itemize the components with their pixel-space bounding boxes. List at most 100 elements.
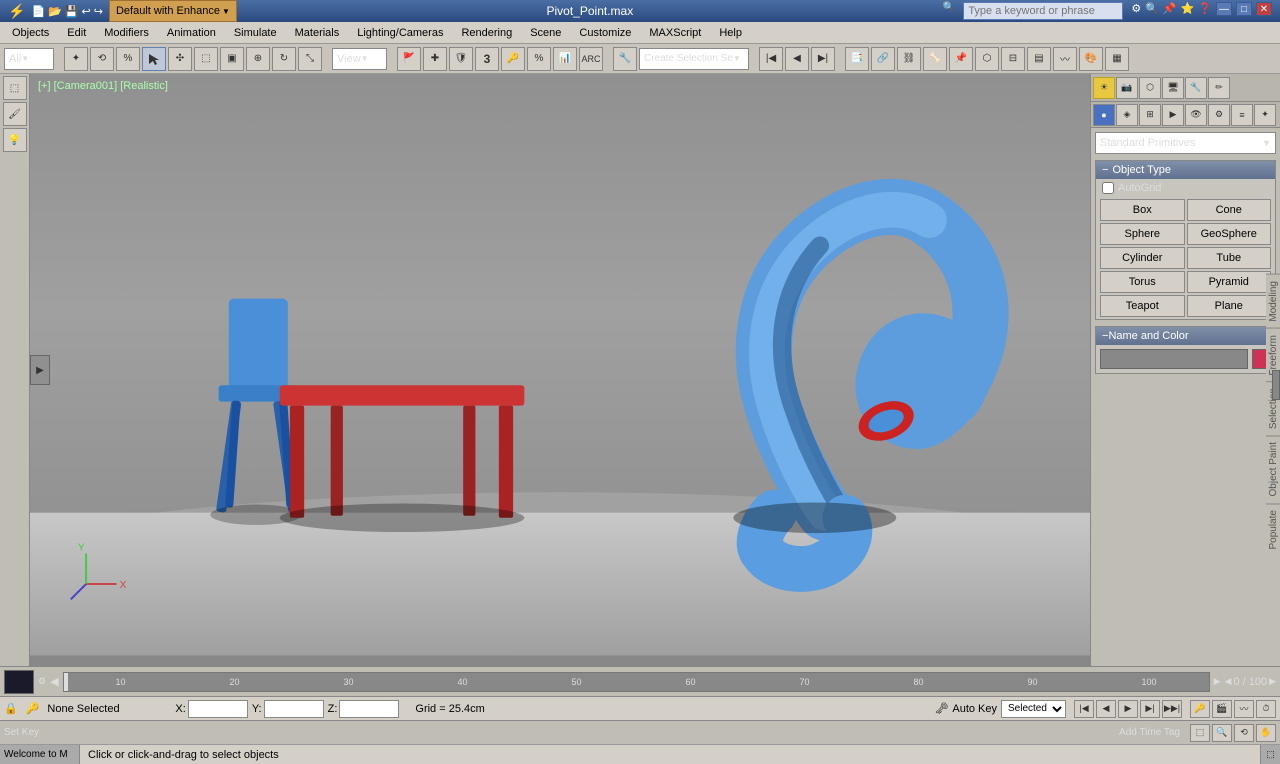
play-next-btn[interactable]: ▶| (1140, 700, 1160, 718)
magnet-btn[interactable]: 🔧 (613, 47, 637, 71)
play-start-btn[interactable]: |◀ (1074, 700, 1094, 718)
pencil-icon[interactable]: ✏ (1208, 77, 1230, 99)
nav-start-btn[interactable]: |◀ (759, 47, 783, 71)
graph-btn[interactable]: 📊 (553, 47, 577, 71)
search-zoom-icon[interactable]: 🔍 (1145, 2, 1159, 20)
profile-dropdown-icon[interactable]: ▼ (222, 7, 230, 16)
save-icon[interactable]: 💾 (65, 5, 79, 18)
window-crossing-btn[interactable]: ▣ (220, 47, 244, 71)
utilities-icon[interactable]: ⚙ (1208, 104, 1230, 126)
tube-button[interactable]: Tube (1187, 247, 1272, 269)
select-move-btn[interactable]: ✣ (168, 47, 192, 71)
pyramid-button[interactable]: Pyramid (1187, 271, 1272, 293)
utility-icon[interactable]: 🔧 (1185, 77, 1207, 99)
cone-button[interactable]: Cone (1187, 199, 1272, 221)
view-dropdown[interactable]: View ▼ (332, 48, 387, 70)
menu-animation[interactable]: Animation (159, 23, 224, 43)
menu-customize[interactable]: Customize (571, 23, 639, 43)
object-type-header[interactable]: − Object Type (1096, 161, 1275, 179)
angle-snap-btn[interactable]: ⟲ (90, 47, 114, 71)
viewport-icon1[interactable]: ⬚ (1190, 724, 1210, 742)
geometry-icon[interactable]: ⬡ (1139, 77, 1161, 99)
undo-icon[interactable]: ↩ (82, 5, 91, 18)
mini-curve-icon[interactable]: 〰 (1234, 700, 1254, 718)
extra1-icon[interactable]: ≡ (1231, 104, 1253, 126)
align-btn[interactable]: ⊟ (1001, 47, 1025, 71)
bone-btn[interactable]: 🦴 (923, 47, 947, 71)
viewport[interactable]: [+] [Camera001] [Realistic] (30, 74, 1090, 666)
x-input[interactable] (188, 700, 248, 718)
menu-simulate[interactable]: Simulate (226, 23, 285, 43)
selection-filter-dropdown[interactable]: All ▼ (4, 48, 54, 70)
populate-tab[interactable]: Populate (1266, 503, 1280, 555)
play-btn[interactable]: ▶ (1118, 700, 1138, 718)
menu-rendering[interactable]: Rendering (453, 23, 520, 43)
primitives-dropdown[interactable]: Standard Primitives ▼ (1095, 132, 1276, 154)
time-icon[interactable]: ⏱ (1256, 700, 1276, 718)
redo-icon[interactable]: ↪ (94, 5, 103, 18)
geosphere-button[interactable]: GeoSphere (1187, 223, 1272, 245)
motion-icon[interactable]: ▶ (1162, 104, 1184, 126)
timeline-track[interactable]: 10 20 30 40 50 60 70 80 90 100 (63, 672, 1210, 692)
num3-btn[interactable]: 3 (475, 47, 499, 71)
viewport-icon2[interactable]: 🔍 (1212, 724, 1232, 742)
nav-prev-btn[interactable]: ◀ (785, 47, 809, 71)
menu-materials[interactable]: Materials (287, 23, 348, 43)
timeline-prev-btn[interactable]: ◀ (1225, 676, 1232, 687)
left-select-icon[interactable]: ⬚ (3, 76, 27, 100)
key-filter-icon[interactable]: 🔑 (1190, 700, 1210, 718)
render-btn[interactable]: ▦ (1105, 47, 1129, 71)
select-btn[interactable] (142, 47, 166, 71)
rotate-btn[interactable]: ↻ (272, 47, 296, 71)
nav-next-btn[interactable]: ▶| (811, 47, 835, 71)
menu-scene[interactable]: Scene (522, 23, 569, 43)
modeling-tab[interactable]: Modeling (1266, 274, 1280, 328)
object-paint-tab[interactable]: Object Paint (1266, 435, 1280, 502)
create-selection-dropdown[interactable]: Create Selection Se ▼ (639, 48, 749, 70)
select-pivot-btn[interactable]: ⊕ (246, 47, 270, 71)
mirror-btn[interactable]: ⬡ (975, 47, 999, 71)
menu-modifiers[interactable]: Modifiers (96, 23, 157, 43)
timeline-expand-icon[interactable]: ⚙ (38, 676, 46, 687)
play-end-btn[interactable]: ▶▶| (1162, 700, 1182, 718)
menu-maxscript[interactable]: MAXScript (641, 23, 709, 43)
display2-icon[interactable]: 👁 (1185, 104, 1207, 126)
left-paint-icon[interactable]: 🖌 (3, 102, 27, 126)
unlink-btn[interactable]: ⛓ (897, 47, 921, 71)
plus-btn[interactable]: ✚ (423, 47, 447, 71)
viewport-icon3[interactable]: ⟲ (1234, 724, 1254, 742)
flag-btn[interactable]: 🚩 (397, 47, 421, 71)
region-select-btn[interactable]: ⬚ (194, 47, 218, 71)
percent-snap-btn[interactable]: % (116, 47, 140, 71)
search-options-icon[interactable]: ⚙ (1131, 2, 1141, 20)
shield-btn[interactable]: 🛡 (449, 47, 473, 71)
maximize-button[interactable]: □ (1236, 2, 1252, 16)
lock-icon[interactable]: 🔒 (4, 702, 18, 715)
sphere-button[interactable]: Sphere (1100, 223, 1185, 245)
close-button[interactable]: ✕ (1256, 2, 1272, 16)
hierarchy-icon[interactable]: ⊞ (1139, 104, 1161, 126)
name-color-header[interactable]: − Name and Color (1096, 327, 1275, 345)
scale-btn[interactable]: ⤡ (298, 47, 322, 71)
plane-button[interactable]: Plane (1187, 295, 1272, 317)
menu-edit[interactable]: Edit (59, 23, 94, 43)
light-icon[interactable]: ☀ (1093, 77, 1115, 99)
display-icon[interactable]: 🖥 (1162, 77, 1184, 99)
extra2-icon[interactable]: ✦ (1254, 104, 1276, 126)
create-icon[interactable]: ● (1093, 104, 1115, 126)
search-input[interactable] (963, 2, 1123, 20)
z-input[interactable] (339, 700, 399, 718)
anim-icon[interactable]: 🎬 (1212, 700, 1232, 718)
minimize-button[interactable]: — (1216, 2, 1232, 16)
key-icon[interactable]: 🔑 (26, 702, 40, 715)
scene-expand-btn[interactable]: ▶ (30, 355, 50, 385)
arc-btn[interactable]: ARC (579, 47, 603, 71)
menu-help[interactable]: Help (711, 23, 750, 43)
object-name-input[interactable] (1100, 349, 1248, 369)
profile-button[interactable]: Default with Enhance ▼ (109, 0, 237, 22)
help-icon[interactable]: ❓ (1198, 2, 1212, 20)
menu-lighting[interactable]: Lighting/Cameras (349, 23, 451, 43)
layers-btn[interactable]: 📑 (845, 47, 869, 71)
keys-btn[interactable]: 🔑 (501, 47, 525, 71)
play-prev-btn[interactable]: ◀ (1096, 700, 1116, 718)
